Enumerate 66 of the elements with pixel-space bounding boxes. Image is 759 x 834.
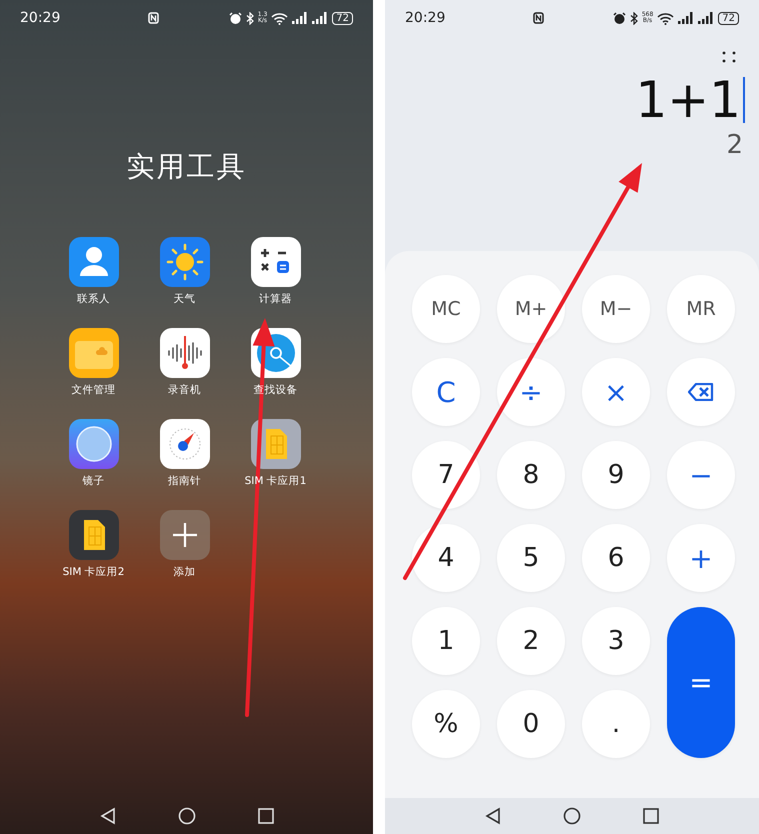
text-cursor [743,77,745,123]
memory-button[interactable]: MC [412,275,480,343]
sim-card-icon[interactable] [68,510,118,560]
signal-icon [292,12,308,24]
result-text: 2 [726,130,743,160]
memory-button[interactable]: M− [582,275,650,343]
bluetooth-icon [630,12,638,24]
sim-card-icon[interactable] [250,419,300,469]
key-button[interactable]: 6 [582,524,650,592]
status-time: 20:29 [20,10,62,26]
person-icon[interactable] [68,237,118,287]
key-button[interactable]: 8 [497,441,565,509]
compass-icon[interactable] [160,419,210,469]
status-time: 20:29 [405,10,446,26]
key-button[interactable]: 3 [582,607,650,675]
app-label: 计算器 [259,292,292,306]
signal-icon [698,12,714,24]
app-label: 录音机 [168,383,201,397]
app-label: 文件管理 [72,383,116,397]
battery-indicator: 72 [332,12,353,24]
app-label: 联系人 [77,292,110,306]
mirror-icon[interactable] [68,419,118,469]
signal-icon [678,12,694,24]
key-button[interactable]: 2 [497,607,565,675]
memory-button[interactable]: M+ [497,275,565,343]
nfc-icon [533,12,544,24]
app-label: 镜子 [82,474,104,488]
nfc-icon [148,12,159,24]
folder-title: 实用工具 [126,149,248,185]
signal-icon [312,12,328,24]
app-label: 添加 [174,565,196,579]
wifi-icon [271,12,288,24]
alarm-icon [228,12,242,24]
key-button[interactable]: 1 [412,607,480,675]
alarm-icon [612,12,626,24]
operator-button[interactable]: C [412,358,480,426]
operator-button[interactable]: × [582,358,650,426]
key-button[interactable]: 5 [497,524,565,592]
memory-button[interactable]: MR [667,275,735,343]
plus-icon[interactable] [160,510,210,560]
recents-icon[interactable] [643,808,659,824]
backspace-icon [688,383,714,401]
bluetooth-icon [246,12,254,24]
sun-icon[interactable] [160,237,210,287]
wifi-icon [657,12,674,24]
folder-icon[interactable] [68,328,118,378]
home-icon[interactable] [563,807,581,825]
back-icon[interactable] [485,807,501,825]
app-label: 指南针 [168,474,201,488]
key-button[interactable]: 7 [412,441,480,509]
sound-wave-icon[interactable] [160,328,210,378]
calculator-icon[interactable] [250,237,300,287]
key-button[interactable]: 4 [412,524,480,592]
battery-indicator: 72 [718,12,739,24]
operator-button[interactable]: + [667,524,735,592]
app-label: 天气 [174,292,196,306]
more-icon[interactable] [721,50,737,64]
expression-text: 1+1 [635,70,741,130]
equals-button[interactable]: = [667,607,735,758]
key-button[interactable]: 9 [582,441,650,509]
operator-button[interactable]: − [667,441,735,509]
key-button[interactable]: . [582,690,650,758]
app-label: SIM 卡应用2 [62,565,124,579]
operator-button[interactable]: ÷ [497,358,565,426]
key-button[interactable]: 0 [497,690,565,758]
key-button[interactable]: % [412,690,480,758]
